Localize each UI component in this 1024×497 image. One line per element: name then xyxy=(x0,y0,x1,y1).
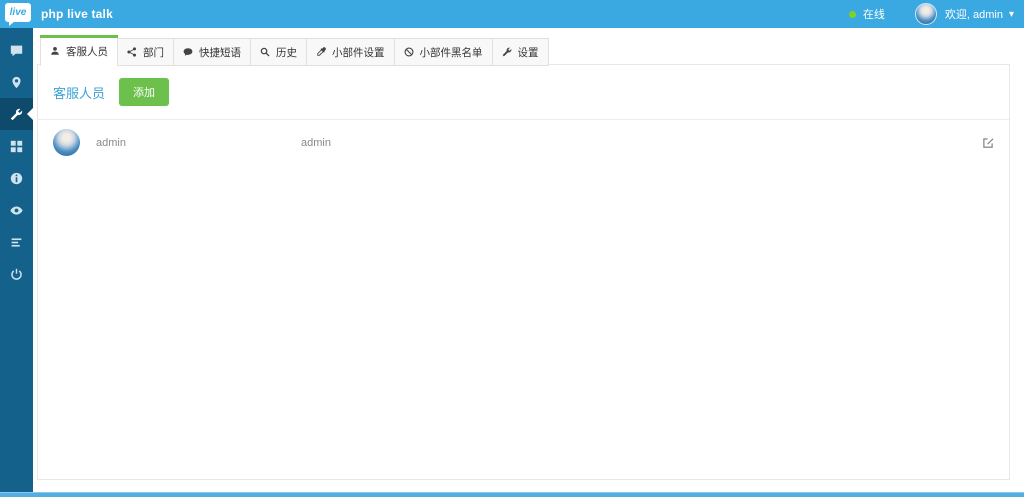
sidebar-item-chat[interactable] xyxy=(0,34,33,66)
tab-label: 部门 xyxy=(143,45,164,60)
edit-operator-button[interactable] xyxy=(982,137,994,149)
search-icon xyxy=(260,47,270,57)
sidebar-item-info[interactable] xyxy=(0,162,33,194)
tab-content-panel: 客服人员 添加 admin admin xyxy=(37,64,1010,480)
tab-bar: 客服人员 部门 快捷短语 历史 小部件设置 小部件黑名单 设置 xyxy=(40,36,549,66)
sidebar-item-map[interactable] xyxy=(0,66,33,98)
sidebar-item-grid[interactable] xyxy=(0,130,33,162)
panel-title: 客服人员 xyxy=(53,83,105,102)
info-circle-icon xyxy=(10,172,23,185)
add-operator-button[interactable]: 添加 xyxy=(119,78,169,106)
sidebar-item-stats[interactable] xyxy=(0,226,33,258)
app-title: php live talk xyxy=(41,0,113,28)
operator-avatar xyxy=(53,129,80,156)
tab-widget-settings[interactable]: 小部件设置 xyxy=(306,38,395,66)
tab-label: 历史 xyxy=(276,45,297,60)
sidebar xyxy=(0,28,33,492)
status-label: 在线 xyxy=(863,6,885,22)
tab-departments[interactable]: 部门 xyxy=(117,38,174,66)
welcome-label: 欢迎, admin xyxy=(945,6,1003,22)
logo-text: live xyxy=(10,7,27,18)
eye-icon xyxy=(10,204,23,217)
sidebar-item-power[interactable] xyxy=(0,258,33,290)
wrench-icon xyxy=(502,47,512,57)
map-marker-icon xyxy=(10,76,23,89)
tab-label: 设置 xyxy=(518,45,539,60)
topbar-right: 在线 欢迎, admin ▾ xyxy=(849,0,1014,28)
operator-username: admin xyxy=(301,137,982,149)
tab-operators[interactable]: 客服人员 xyxy=(40,36,118,66)
tab-widget-blacklist[interactable]: 小部件黑名单 xyxy=(394,38,493,66)
status-indicator: 在线 xyxy=(849,6,885,22)
tab-label: 小部件设置 xyxy=(332,45,385,60)
wrench-icon xyxy=(10,108,23,121)
user-menu[interactable]: 欢迎, admin ▾ xyxy=(915,3,1014,25)
tab-label: 快捷短语 xyxy=(199,45,241,60)
tab-label: 客服人员 xyxy=(66,44,108,59)
app-logo: live xyxy=(5,3,31,22)
tab-canned-messages[interactable]: 快捷短语 xyxy=(173,38,251,66)
stats-icon xyxy=(10,236,23,249)
panel-header: 客服人员 添加 xyxy=(38,65,1009,120)
ban-icon xyxy=(404,47,414,57)
bottom-bar xyxy=(0,492,1024,497)
operator-row: admin admin xyxy=(38,120,1009,165)
sidebar-item-view[interactable] xyxy=(0,194,33,226)
eyedropper-icon xyxy=(316,47,326,57)
sitemap-icon xyxy=(127,47,137,57)
avatar xyxy=(915,3,937,25)
chevron-down-icon: ▾ xyxy=(1009,9,1014,20)
page: live php live talk 在线 欢迎, admin ▾ xyxy=(0,0,1024,497)
sidebar-item-admin-tools[interactable] xyxy=(0,98,33,130)
tab-settings[interactable]: 设置 xyxy=(492,38,549,66)
power-icon xyxy=(10,268,23,281)
tab-label: 小部件黑名单 xyxy=(420,45,483,60)
edit-icon xyxy=(982,137,994,149)
tab-history[interactable]: 历史 xyxy=(250,38,307,66)
comment-icon xyxy=(183,47,193,57)
chat-bubble-icon xyxy=(10,44,23,57)
online-status-dot-icon xyxy=(849,11,856,18)
grid-icon xyxy=(10,140,23,153)
user-icon xyxy=(50,46,60,56)
top-header: live php live talk 在线 欢迎, admin ▾ xyxy=(0,0,1024,28)
operator-display-name: admin xyxy=(96,137,301,149)
